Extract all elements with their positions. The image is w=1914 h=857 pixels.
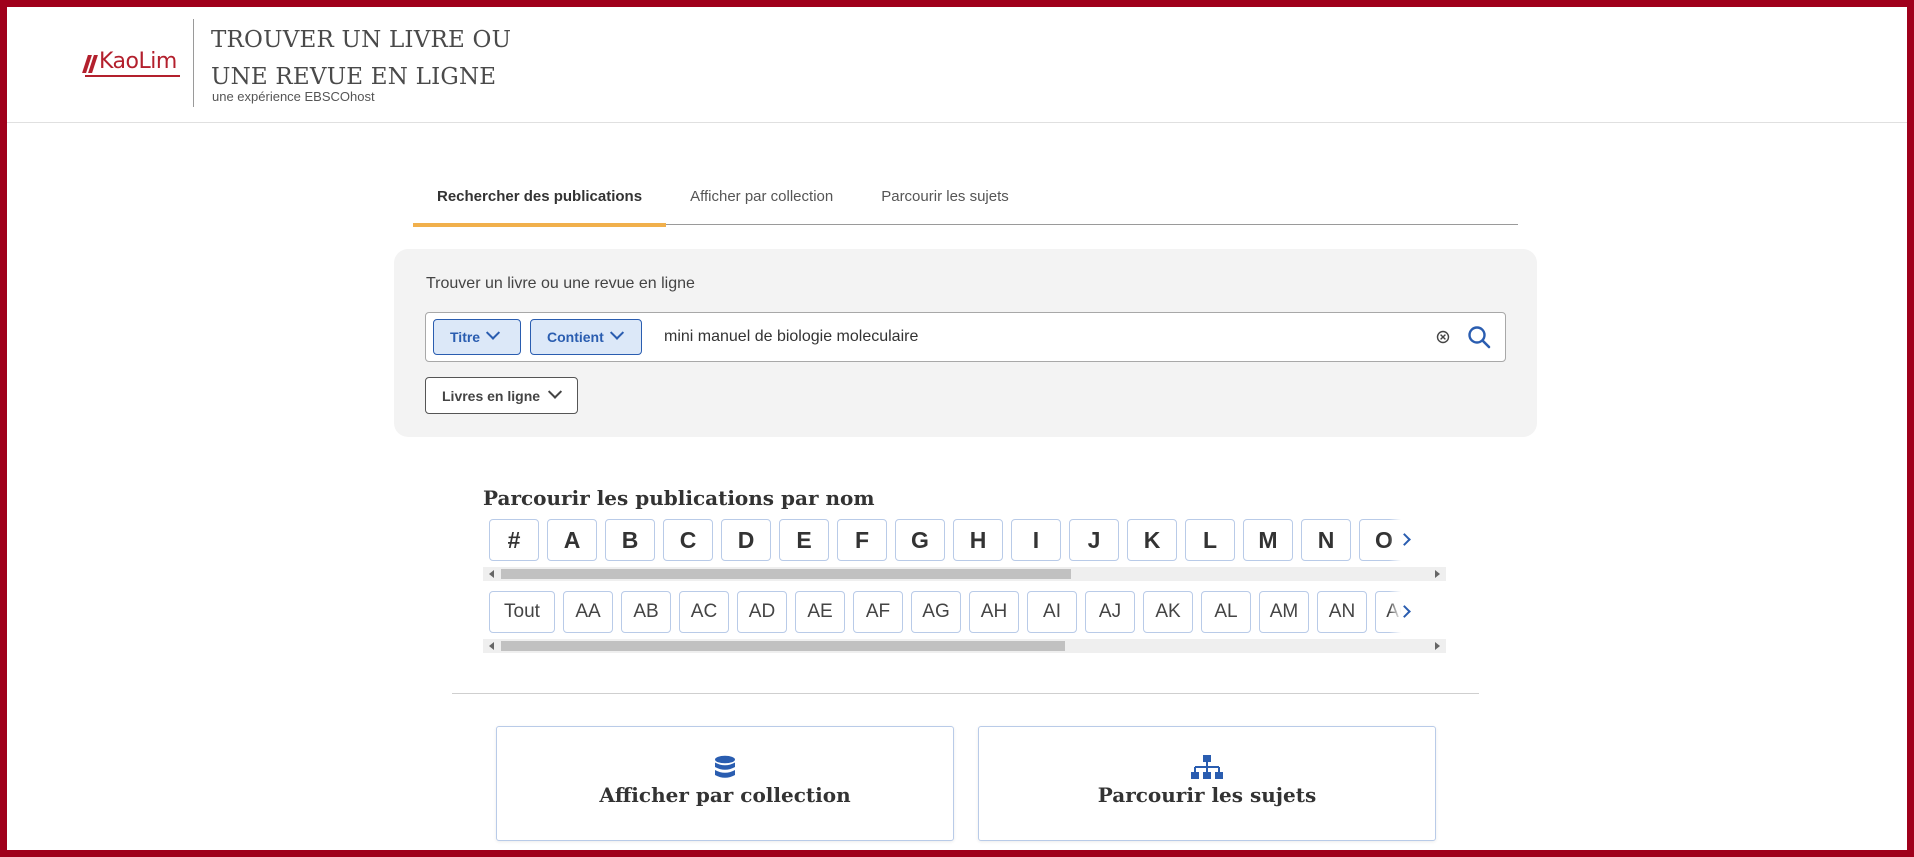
search-bar: Titre Contient [425,312,1506,362]
field-select-label: Titre [450,329,481,345]
letter-key[interactable]: K [1127,519,1177,561]
scroll-right-icon[interactable] [1435,570,1440,578]
letter-key[interactable]: AF [853,591,903,633]
letter-key[interactable]: AL [1201,591,1251,633]
book-logo-icon [85,52,97,74]
operator-select-chip[interactable]: Contient [530,319,642,355]
section-divider [452,693,1479,694]
letter-key[interactable]: AK [1143,591,1193,633]
browse-title: Parcourir les publications par nom [483,486,875,510]
letter-row-next[interactable] [1389,515,1419,563]
logo[interactable]: KaoLim [85,49,177,74]
tab-view-by-collection[interactable]: Afficher par collection [666,168,857,225]
letter-key[interactable]: C [663,519,713,561]
letter-key[interactable]: AH [969,591,1019,633]
header: KaoLim TROUVER UN LIVRE OU UNE REVUE EN … [7,7,1907,123]
tab-search-publications[interactable]: Rechercher des publications [413,168,667,227]
logo-underline [85,75,180,77]
tab-bar: Rechercher des publications Afficher par… [413,168,1518,227]
letter-row: #ABCDEFGHIJKLMNOPQRSTUVWXYZ [483,515,1419,563]
view-by-collection-card[interactable]: Afficher par collection [496,726,954,841]
letter-key[interactable]: L [1185,519,1235,561]
letter-row-scrollbar[interactable] [483,567,1446,581]
subletter-row-track: ToutAAABACADAEAFAGAHAIAJAKALAMANAOAPAQAR… [483,587,1419,633]
scroll-left-icon[interactable] [489,642,494,650]
letter-key[interactable]: N [1301,519,1351,561]
publication-type-label: Livres en ligne [442,387,541,404]
view-by-collection-label: Afficher par collection [599,783,851,807]
letter-key[interactable]: A [547,519,597,561]
search-label: Trouver un livre ou une revue en ligne [426,275,695,292]
subletter-row-scrollbar[interactable] [483,639,1446,653]
chevron-down-icon [609,325,624,340]
browse-subjects-card[interactable]: Parcourir les sujets [978,726,1436,841]
letter-key[interactable]: B [605,519,655,561]
letter-key[interactable]: AJ [1085,591,1135,633]
sitemap-icon [1191,755,1223,779]
letter-key[interactable]: J [1069,519,1119,561]
chevron-right-icon [1397,604,1411,618]
letter-key[interactable]: E [779,519,829,561]
letter-key[interactable]: M [1243,519,1293,561]
page-title: TROUVER UN LIVRE OU UNE REVUE EN LIGNE [211,22,511,96]
database-icon [715,755,735,778]
page-subtitle: une expérience EBSCOhost [212,89,375,104]
letter-key[interactable]: F [837,519,887,561]
letter-key[interactable]: AI [1027,591,1077,633]
search-panel: Trouver un livre ou une revue en ligne T… [394,249,1537,437]
letter-key[interactable]: H [953,519,1003,561]
search-input[interactable] [664,320,1424,354]
scroll-left-icon[interactable] [489,570,494,578]
letter-row-track: #ABCDEFGHIJKLMNOPQRSTUVWXYZ [483,515,1419,561]
search-icon[interactable] [1466,324,1492,350]
scrollbar-thumb[interactable] [501,641,1065,651]
field-select-chip[interactable]: Titre [433,319,521,355]
letter-key[interactable]: AA [563,591,613,633]
letter-key[interactable]: AD [737,591,787,633]
chevron-down-icon [547,384,563,399]
operator-select-label: Contient [547,329,604,345]
letter-key[interactable]: Tout [489,591,555,633]
page-title-line1: TROUVER UN LIVRE OU [211,27,512,53]
scrollbar-thumb[interactable] [501,569,1071,579]
letter-key[interactable]: G [895,519,945,561]
page-frame: KaoLim TROUVER UN LIVRE OU UNE REVUE EN … [0,0,1914,857]
publication-type-dropdown[interactable]: Livres en ligne [425,377,578,414]
letter-key[interactable]: AB [621,591,671,633]
tab-browse-subjects[interactable]: Parcourir les sujets [857,168,1033,225]
clear-icon[interactable] [1434,328,1452,346]
logo-text: KaoLim [99,49,177,74]
subletter-row: ToutAAABACADAEAFAGAHAIAJAKALAMANAOAPAQAR… [483,587,1419,635]
letter-key[interactable]: AE [795,591,845,633]
chevron-down-icon [486,325,501,340]
letter-key[interactable]: # [489,519,539,561]
chevron-right-icon [1397,532,1411,546]
browse-subjects-label: Parcourir les sujets [1097,783,1317,807]
header-divider [193,19,194,107]
letter-key[interactable]: D [721,519,771,561]
letter-key[interactable]: AN [1317,591,1367,633]
letter-key[interactable]: I [1011,519,1061,561]
letter-key[interactable]: AG [911,591,961,633]
scroll-right-icon[interactable] [1435,642,1440,650]
subletter-row-next[interactable] [1389,587,1419,635]
letter-key[interactable]: AM [1259,591,1309,633]
letter-key[interactable]: AC [679,591,729,633]
